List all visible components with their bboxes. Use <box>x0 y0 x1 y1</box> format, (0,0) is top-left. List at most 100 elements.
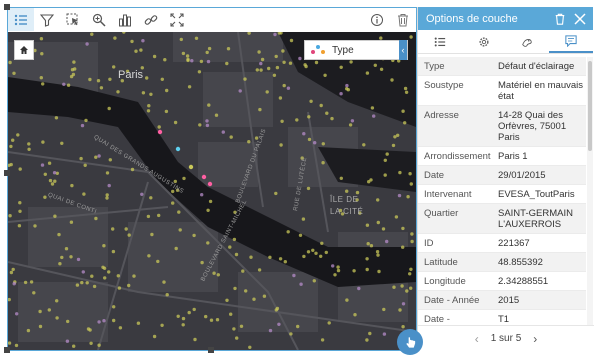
map-point[interactable] <box>207 46 212 51</box>
map-point[interactable] <box>14 343 19 348</box>
map-point[interactable] <box>394 215 399 219</box>
map-point[interactable] <box>12 282 16 286</box>
map-point[interactable] <box>375 250 380 254</box>
map-point[interactable] <box>178 228 182 232</box>
map-point[interactable] <box>190 59 194 63</box>
map-point[interactable] <box>165 88 169 93</box>
map-point[interactable] <box>350 119 355 123</box>
map-point[interactable] <box>299 282 303 286</box>
map-point[interactable] <box>313 141 317 145</box>
map-point[interactable] <box>57 232 61 237</box>
map-point[interactable] <box>255 68 259 72</box>
map-point[interactable] <box>366 242 370 246</box>
map-point[interactable] <box>193 337 197 342</box>
map-point[interactable] <box>173 120 178 125</box>
map-point[interactable] <box>225 61 229 66</box>
map-point[interactable] <box>105 196 109 200</box>
map-point[interactable] <box>102 319 106 323</box>
map-point[interactable] <box>204 314 208 319</box>
map-point[interactable] <box>8 214 12 218</box>
map-point[interactable] <box>346 88 350 92</box>
map-point[interactable] <box>257 50 261 54</box>
map-point[interactable] <box>307 115 311 119</box>
map-point[interactable] <box>113 36 117 40</box>
map-point[interactable] <box>383 158 387 162</box>
map-point[interactable] <box>302 132 306 136</box>
map-point[interactable] <box>38 324 43 329</box>
scrollbar[interactable] <box>587 57 593 325</box>
map-point[interactable] <box>279 143 283 147</box>
map-point[interactable] <box>43 172 47 176</box>
map-point[interactable] <box>65 339 70 343</box>
map-point[interactable] <box>69 74 74 79</box>
map-point[interactable] <box>376 198 380 202</box>
map-point[interactable] <box>267 66 271 71</box>
map-point[interactable] <box>324 250 328 255</box>
map-point[interactable] <box>336 265 340 269</box>
map-point[interactable] <box>134 49 138 53</box>
map-point[interactable] <box>362 143 366 147</box>
select-button[interactable] <box>60 8 86 31</box>
map-point[interactable] <box>75 283 80 287</box>
map-point[interactable] <box>365 223 370 227</box>
map-point[interactable] <box>72 344 76 348</box>
map-point[interactable] <box>214 113 219 117</box>
map-point[interactable] <box>249 255 253 259</box>
map-point[interactable] <box>116 90 120 94</box>
map-point[interactable] <box>229 135 233 139</box>
map-point[interactable] <box>370 106 375 110</box>
map-point[interactable] <box>152 54 157 59</box>
map-point[interactable] <box>97 343 101 347</box>
map-point[interactable] <box>216 273 220 277</box>
map-point[interactable] <box>212 271 216 275</box>
map-point[interactable] <box>69 255 73 259</box>
map-point[interactable] <box>97 320 101 324</box>
map-point[interactable] <box>157 125 161 129</box>
map-point[interactable] <box>275 65 280 70</box>
map-point[interactable] <box>55 316 59 320</box>
map-point[interactable] <box>124 227 128 231</box>
map-point[interactable] <box>39 76 43 80</box>
map-point[interactable] <box>403 86 408 91</box>
resize-handle[interactable] <box>208 347 214 353</box>
map-point[interactable] <box>391 143 396 148</box>
map-point[interactable] <box>319 254 323 258</box>
map-point[interactable] <box>259 68 263 72</box>
map-point[interactable] <box>260 57 265 62</box>
map-point[interactable] <box>88 77 92 82</box>
map-point[interactable] <box>111 249 116 254</box>
map-point[interactable] <box>156 259 160 264</box>
map-point[interactable] <box>81 270 86 274</box>
map-point[interactable] <box>187 310 191 315</box>
map-point[interactable] <box>11 138 15 142</box>
map-point[interactable] <box>53 214 57 218</box>
map-point[interactable] <box>16 133 20 137</box>
resize-handle[interactable] <box>4 347 10 353</box>
map-point[interactable] <box>311 248 315 252</box>
map-point[interactable] <box>187 85 192 89</box>
map-point[interactable] <box>314 251 318 255</box>
map-point[interactable] <box>376 220 380 225</box>
map-point[interactable] <box>398 308 402 312</box>
resize-handle[interactable] <box>4 4 10 10</box>
tab-style[interactable] <box>506 30 550 53</box>
map-point[interactable] <box>50 182 55 186</box>
map-point[interactable] <box>54 116 59 120</box>
map-point[interactable] <box>336 268 341 273</box>
map-point[interactable] <box>105 171 110 175</box>
map-point[interactable] <box>247 140 251 144</box>
map-point[interactable] <box>76 257 81 262</box>
map-point[interactable] <box>409 267 413 271</box>
map-point[interactable] <box>181 51 186 56</box>
map-point[interactable] <box>160 77 164 81</box>
map-point[interactable] <box>323 73 327 77</box>
map-point[interactable] <box>397 193 402 198</box>
map-point[interactable] <box>403 121 407 125</box>
map-point[interactable] <box>80 280 84 285</box>
map-point[interactable] <box>278 257 283 261</box>
map-point[interactable] <box>321 161 325 165</box>
map-point[interactable] <box>18 209 22 213</box>
map-point[interactable] <box>84 118 88 123</box>
map-point[interactable] <box>60 141 64 145</box>
map-point[interactable] <box>257 268 262 272</box>
